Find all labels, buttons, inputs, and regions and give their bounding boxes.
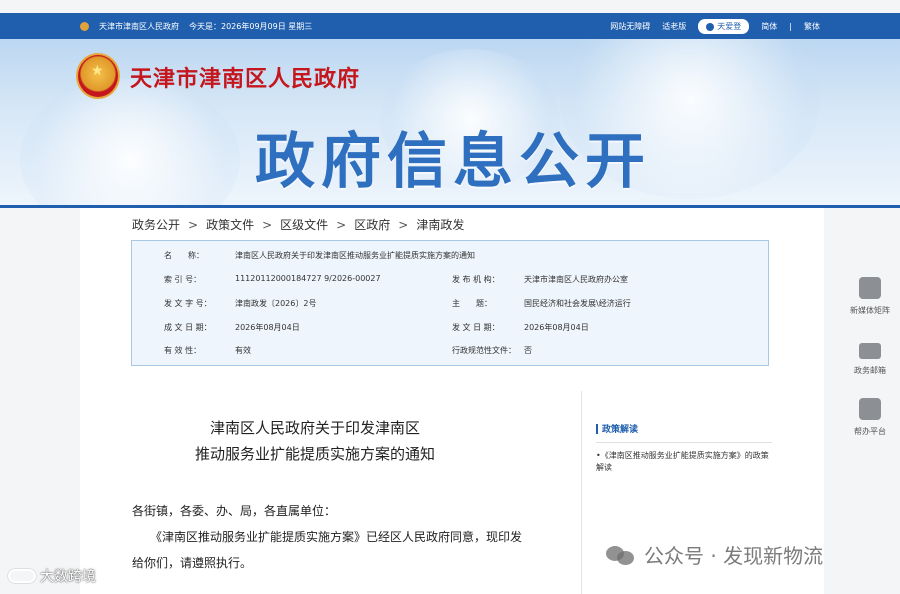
meta-normative-value: 否 <box>524 346 532 355</box>
meta-name-value: 津南区人民政府关于印发津南区推动服务业扩能提质实施方案的通知 <box>235 251 475 260</box>
breadcrumb-item-district-gov[interactable]: 区政府 <box>354 216 390 233</box>
top-bar-left: 天津市津南区人民政府 今天是：2026年09月09日 星期三 <box>80 21 312 32</box>
meta-topic-value: 国民经济和社会发展\经济运行 <box>524 299 631 308</box>
column-divider <box>581 391 582 594</box>
document-metadata-table: 名 称： 津南区人民政府关于印发津南区推动服务业扩能提质实施方案的通知 索 引 … <box>131 240 769 366</box>
meta-label: 成 文 日 期： <box>164 323 212 332</box>
wechat-watermark-text: 公众号 · 发现新物流 <box>644 544 824 568</box>
meta-label: 索 引 号： <box>164 275 202 284</box>
meta-docno-value: 津南政发〔2026〕2号 <box>235 299 317 308</box>
policy-heading-label: 政策解读 <box>602 425 639 435</box>
gov-mailbox-button[interactable]: 政务邮箱 <box>840 340 900 376</box>
meta-row-docno: 发 文 字 号： 津南政发〔2026〕2号 主 题： 国民经济和社会发展\经济运… <box>132 298 768 318</box>
top-site-name[interactable]: 天津市津南区人民政府 <box>99 21 179 32</box>
heading-bar-icon <box>596 423 598 434</box>
wechat-watermark: 公众号 · 发现新物流 <box>606 540 823 569</box>
policy-interpretation-heading: 政策解读 <box>596 422 638 435</box>
meta-label: 发 布 机 构： <box>452 275 500 284</box>
help-icon <box>859 398 881 420</box>
meta-label: 主 题： <box>452 299 492 308</box>
breadcrumb: 政务公开 > 政策文件 > 区级文件 > 区政府 > 津南政发 <box>132 216 464 233</box>
meta-label: 行政规范性文件： <box>452 346 516 355</box>
cube-icon <box>859 277 881 299</box>
breadcrumb-separator: > <box>398 217 409 232</box>
site-name[interactable]: 天津市津南区人民政府 <box>130 61 360 93</box>
breadcrumb-separator: > <box>336 217 347 232</box>
policy-divider <box>596 442 772 443</box>
meta-issued-value: 2026年08月04日 <box>524 323 589 332</box>
breadcrumb-separator: > <box>262 217 273 232</box>
page: 天津市津南区人民政府 今天是：2026年09月09日 星期三 网站无障碍 适老版… <box>0 0 900 594</box>
login-label: 天爱登 <box>717 22 742 31</box>
watermark-logo-icon <box>8 569 36 583</box>
meta-row-index: 索 引 号： 11120112000184727 9/2026-00027 发 … <box>132 274 768 294</box>
document-body: 各街镇，各委、办、局，各直属单位： 《津南区推动服务业扩能提质实施方案》已经区人… <box>132 498 577 576</box>
elder-version-link[interactable]: 适老版 <box>662 21 686 32</box>
login-button[interactable]: 天爱登 <box>698 19 750 34</box>
breadcrumb-separator: > <box>188 217 199 232</box>
corner-watermark: 大数跨境 <box>8 566 96 586</box>
body-paragraph-line: 《津南区推动服务业扩能提质实施方案》已经区人民政府同意，现印发 <box>132 530 523 544</box>
main-content: 政务公开 > 政策文件 > 区级文件 > 区政府 > 津南政发 名 称： 津南区… <box>80 208 824 594</box>
top-bar: 天津市津南区人民政府 今天是：2026年09月09日 星期三 网站无障碍 适老版… <box>0 13 900 39</box>
document-title-line: 津南区人民政府关于印发津南区 <box>209 419 420 437</box>
emblem-mini-icon <box>80 22 89 31</box>
banner-title: 政府信息公开 <box>255 127 651 197</box>
meta-created-value: 2026年08月04日 <box>235 323 300 332</box>
meta-valid-value: 有效 <box>235 346 251 355</box>
meta-label: 发 文 日 期： <box>452 323 500 332</box>
wechat-icon <box>606 544 636 566</box>
header-banner: 天津市津南区人民政府 政府信息公开 <box>0 39 900 207</box>
breadcrumb-item-gov-affairs[interactable]: 政务公开 <box>132 216 180 233</box>
breadcrumb-item-district-docs[interactable]: 区级文件 <box>280 216 328 233</box>
tool-label: 帮办平台 <box>854 427 886 436</box>
document-title-line: 推动服务业扩能提质实施方案的通知 <box>194 445 435 463</box>
barrier-free-link[interactable]: 网站无障碍 <box>610 21 650 32</box>
user-icon <box>706 22 715 31</box>
simplified-chinese-link[interactable]: 简体 <box>761 21 777 32</box>
breadcrumb-item-jinnan-zhengfa[interactable]: 津南政发 <box>416 216 464 233</box>
breadcrumb-item-policy-docs[interactable]: 政策文件 <box>206 216 254 233</box>
salutation: 各街镇，各委、办、局，各直属单位： <box>132 504 337 518</box>
document-title: 津南区人民政府关于印发津南区 推动服务业扩能提质实施方案的通知 <box>170 415 460 467</box>
today-date: 今天是：2026年09月09日 星期三 <box>189 22 313 31</box>
meta-label: 名 称： <box>164 251 204 260</box>
mail-icon <box>859 343 881 359</box>
body-paragraph-line: 给你们，请遵照执行。 <box>132 556 253 570</box>
banner-flower-decoration <box>20 79 240 207</box>
traditional-chinese-link[interactable]: 繁体 <box>804 21 820 32</box>
meta-row-dates: 成 文 日 期： 2026年08月04日 发 文 日 期： 2026年08月04… <box>132 322 768 342</box>
meta-row-name: 名 称： 津南区人民政府关于印发津南区推动服务业扩能提质实施方案的通知 <box>132 250 768 270</box>
tool-label: 政务邮箱 <box>854 366 886 375</box>
top-bar-right: 网站无障碍 适老版 天爱登 简体 | 繁体 <box>610 19 820 34</box>
new-media-matrix-button[interactable]: 新媒体矩阵 <box>840 277 900 316</box>
help-platform-button[interactable]: 帮办平台 <box>840 398 900 437</box>
policy-interpretation-link[interactable]: •《津南区推动服务业扩能提质实施方案》的政策解读 <box>596 450 776 474</box>
corner-watermark-text: 大数跨境 <box>40 569 96 585</box>
meta-index-value: 11120112000184727 9/2026-00027 <box>235 274 381 283</box>
meta-publisher-value: 天津市津南区人民政府办公室 <box>524 275 628 284</box>
lang-separator: | <box>789 22 792 31</box>
meta-label: 有 效 性： <box>164 346 202 355</box>
meta-label: 发 文 字 号： <box>164 299 212 308</box>
national-emblem-icon <box>76 53 120 99</box>
meta-row-validity: 有 效 性： 有效 行政规范性文件： 否 <box>132 345 768 365</box>
tool-label: 新媒体矩阵 <box>850 306 890 315</box>
